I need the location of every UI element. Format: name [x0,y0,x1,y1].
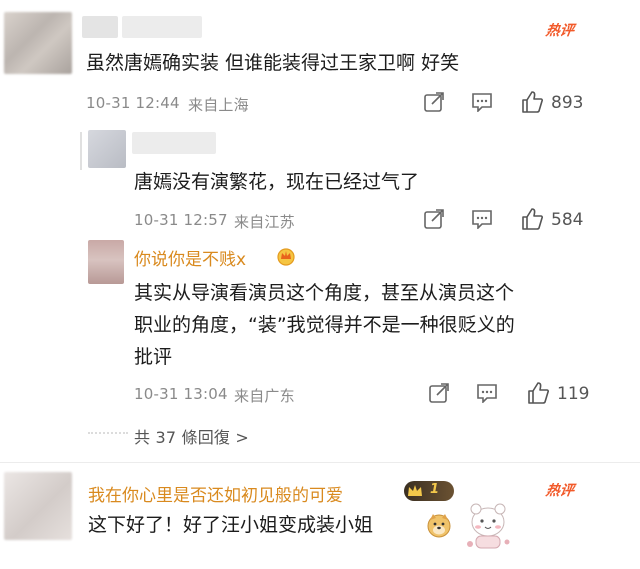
like-count: 893 [551,93,584,113]
comment-location: 来自上海 [188,96,249,114]
username-redacted[interactable] [122,16,202,38]
reply-username[interactable]: 你说你是不贱x [134,245,246,270]
comment-icon[interactable] [471,92,493,112]
reply-time: 10-31 12:57 [134,211,228,229]
reply-text-line-3: 批评 [134,346,173,368]
reply-text: 唐嫣没有演繁花，现在已经过气了 [134,171,420,193]
share-icon[interactable] [428,382,450,404]
reply-text-line-2: 职业的角度，“装”我觉得并不是一种很贬义的 [134,314,515,336]
thumbs-up-icon[interactable] [520,207,544,231]
comment-username[interactable]: 我在你心里是否还如初见般的可爱 [88,481,343,506]
thumbs-up-icon[interactable] [526,381,550,405]
crown-icon [408,485,422,496]
reply-text-line-1: 其实从导演看演员这个角度，甚至从演员这个 [134,282,515,304]
more-replies-link[interactable]: 共 37 條回復 > [134,424,249,448]
reply-location: 来自江苏 [234,213,295,231]
avatar[interactable] [4,12,72,74]
level-badge: 1 [404,481,454,501]
reply-indent-bar [80,132,82,170]
doge-emoji-icon [427,514,451,538]
reply-location: 来自广东 [234,387,295,405]
avatar[interactable] [88,240,124,284]
hot-comment-badge: 热评 [544,23,575,39]
comment-text: 这下好了！好了汪小姐变成装小姐 [88,514,374,536]
username-redacted[interactable] [132,132,216,154]
comment-separator [0,462,640,463]
comment-time: 10-31 12:44 [86,94,180,112]
like-count: 584 [551,210,584,230]
avatar[interactable] [88,130,126,168]
avatar[interactable] [4,472,72,540]
like-count: 119 [557,384,590,404]
comment-icon[interactable] [471,209,493,229]
comment-text: 虽然唐嫣确实装 但谁能装得过王家卫啊 好笑 [86,52,460,74]
username-redacted[interactable] [82,16,118,38]
comment-icon[interactable] [476,383,498,403]
reply-divider [88,432,128,434]
thumbs-up-icon[interactable] [520,90,544,114]
crown-icon [277,248,295,266]
share-icon[interactable] [423,208,445,230]
level-number: 1 [430,482,440,497]
sticker-icon [467,503,510,549]
reply-time: 10-31 13:04 [134,385,228,403]
hot-comment-badge: 热评 [544,483,575,499]
share-icon[interactable] [423,91,445,113]
